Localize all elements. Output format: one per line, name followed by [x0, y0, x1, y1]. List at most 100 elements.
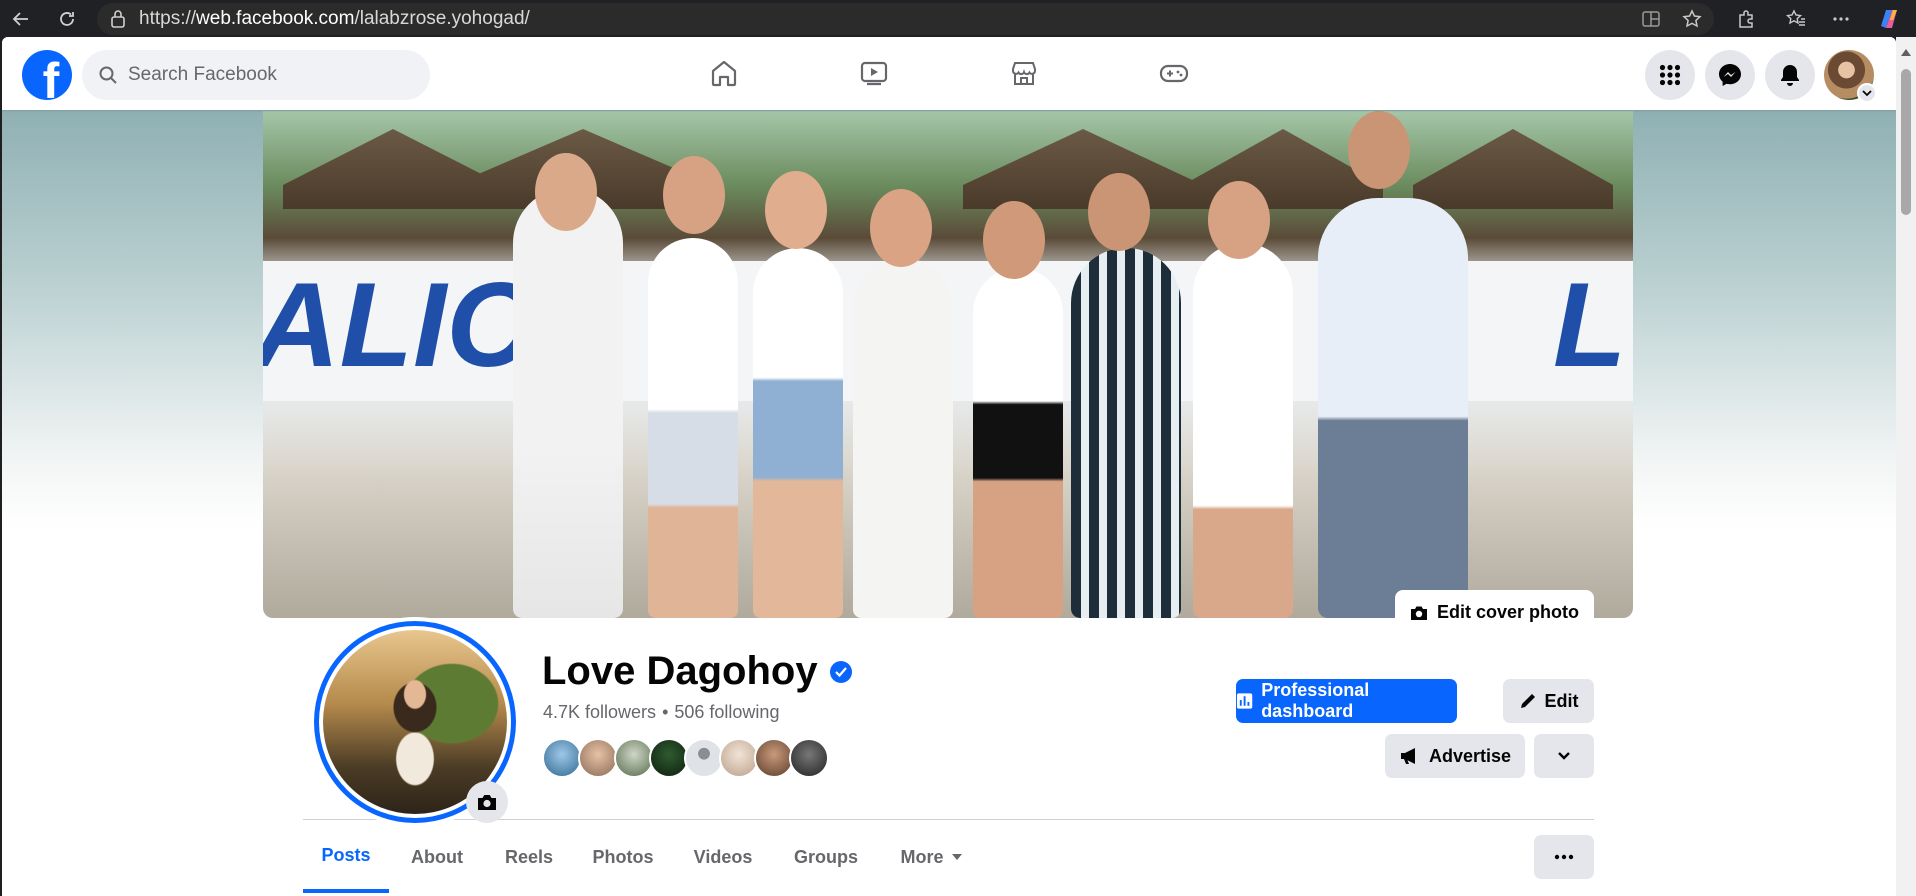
- page-scrollbar[interactable]: [1896, 37, 1916, 896]
- stats-separator: •: [662, 702, 669, 722]
- scroll-up-arrow-icon[interactable]: [1901, 49, 1911, 56]
- tab-label: About: [411, 846, 463, 867]
- tab-posts[interactable]: Posts: [303, 821, 389, 893]
- verified-badge-icon[interactable]: [829, 660, 852, 683]
- profile-name-row: Love Dagohoy: [542, 649, 852, 694]
- tab-photos[interactable]: Photos: [573, 821, 673, 893]
- reload-icon[interactable]: [52, 4, 82, 34]
- followers-count[interactable]: 4.7K followers: [543, 702, 656, 722]
- professional-dashboard-button[interactable]: Professional dashboard: [1236, 679, 1457, 723]
- favorite-star-icon[interactable]: [1677, 4, 1707, 34]
- gaming-icon[interactable]: [1154, 53, 1194, 93]
- menu-grid-icon[interactable]: [1645, 50, 1695, 100]
- person-figure: [1071, 248, 1181, 618]
- wall-text: L: [1553, 258, 1627, 392]
- person-figure: [1193, 243, 1293, 618]
- wall-text: ALIC: [263, 258, 533, 392]
- edit-cover-label: Edit cover photo: [1437, 602, 1580, 622]
- tab-label: Posts: [321, 844, 371, 865]
- person-figure: [753, 248, 843, 618]
- camera-icon: [1411, 606, 1427, 620]
- person-head: [1088, 173, 1150, 251]
- hut-image: [963, 129, 1203, 209]
- friend-avatar[interactable]: [614, 738, 654, 778]
- logo-letter: f: [42, 53, 60, 100]
- friend-avatar[interactable]: [649, 738, 689, 778]
- tab-reels[interactable]: Reels: [485, 821, 573, 893]
- split-screen-icon[interactable]: [1636, 4, 1666, 34]
- marketplace-icon[interactable]: [1004, 53, 1044, 93]
- facebook-page: f Search Facebook ALIC L Edit cover phot…: [2, 37, 1896, 896]
- tab-label: Videos: [693, 846, 753, 867]
- notifications-bell-icon[interactable]: [1765, 50, 1815, 100]
- scrollbar-thumb[interactable]: [1901, 69, 1911, 215]
- person-figure: [853, 258, 953, 618]
- following-count[interactable]: 506 following: [674, 702, 779, 722]
- browser-toolbar: https://web.facebook.com/lalabzrose.yoho…: [0, 0, 1916, 37]
- person-head: [983, 201, 1045, 279]
- tab-about[interactable]: About: [389, 821, 485, 893]
- person-figure: [513, 188, 623, 618]
- advertise-label: Advertise: [1428, 745, 1512, 766]
- advertise-button[interactable]: Advertise: [1385, 734, 1525, 778]
- ellipsis-icon: [1554, 854, 1574, 860]
- person-figure: [1318, 198, 1468, 618]
- account-avatar[interactable]: [1824, 50, 1877, 103]
- friend-avatar[interactable]: [542, 738, 582, 778]
- tab-videos[interactable]: Videos: [673, 821, 773, 893]
- edit-profile-button[interactable]: Edit: [1503, 679, 1594, 723]
- url-path: /lalabzrose.yohogad/: [354, 8, 530, 29]
- profile-more-options-button[interactable]: [1534, 835, 1594, 879]
- person-head: [535, 153, 597, 231]
- person-head: [1348, 111, 1410, 189]
- search-placeholder: Search Facebook: [128, 64, 277, 85]
- extensions-icon[interactable]: [1731, 4, 1761, 34]
- friend-avatar[interactable]: [684, 738, 724, 778]
- dashboard-chart-icon: [1236, 693, 1253, 709]
- favorites-icon[interactable]: [1781, 4, 1811, 34]
- edit-cover-photo-button[interactable]: Edit cover photo: [1395, 590, 1594, 635]
- video-icon[interactable]: [854, 53, 894, 93]
- person-head: [870, 189, 932, 267]
- person-head: [1208, 181, 1270, 259]
- messenger-icon[interactable]: [1705, 50, 1755, 100]
- more-icon[interactable]: [1826, 4, 1856, 34]
- update-profile-picture-button[interactable]: [466, 781, 508, 823]
- person-head: [663, 156, 725, 234]
- hut-image: [1413, 129, 1613, 209]
- friend-avatar[interactable]: [578, 738, 618, 778]
- tab-label: More: [900, 846, 944, 867]
- pencil-icon: [1520, 694, 1535, 708]
- chevron-down-icon: [1558, 752, 1570, 760]
- tab-more[interactable]: More: [879, 821, 983, 893]
- friend-avatar[interactable]: [719, 738, 759, 778]
- profile-name: Love Dagohoy: [542, 649, 818, 693]
- tab-label: Reels: [504, 846, 554, 867]
- back-arrow-icon[interactable]: [6, 4, 36, 34]
- search-input[interactable]: Search Facebook: [82, 50, 430, 100]
- friend-avatar[interactable]: [754, 738, 794, 778]
- tab-label: Groups: [793, 846, 858, 867]
- more-options-dropdown-button[interactable]: [1534, 734, 1594, 778]
- url-host: web.facebook.com: [196, 8, 355, 29]
- chevron-down-icon[interactable]: [1857, 83, 1877, 103]
- tab-groups[interactable]: Groups: [773, 821, 879, 893]
- home-icon[interactable]: [704, 53, 744, 93]
- follow-stats: 4.7K followers • 506 following: [543, 702, 779, 723]
- cover-photo[interactable]: ALIC L: [263, 111, 1633, 618]
- professional-dashboard-label: Professional dashboard: [1261, 680, 1370, 721]
- url-prefix: https://: [139, 8, 197, 29]
- person-figure: [973, 268, 1063, 618]
- person-figure: [648, 238, 738, 618]
- tab-label: Photos: [592, 846, 654, 867]
- edit-label: Edit: [1544, 690, 1579, 711]
- friend-avatar[interactable]: [789, 738, 829, 778]
- facebook-header: f Search Facebook: [2, 37, 1896, 110]
- address-bar[interactable]: https://web.facebook.com/lalabzrose.yoho…: [97, 3, 1714, 35]
- lock-icon[interactable]: [109, 9, 127, 35]
- camera-icon: [478, 795, 496, 810]
- caret-down-icon: [951, 854, 962, 860]
- copilot-icon[interactable]: [1874, 4, 1904, 34]
- facebook-logo[interactable]: f: [22, 50, 72, 100]
- search-icon: [98, 65, 118, 91]
